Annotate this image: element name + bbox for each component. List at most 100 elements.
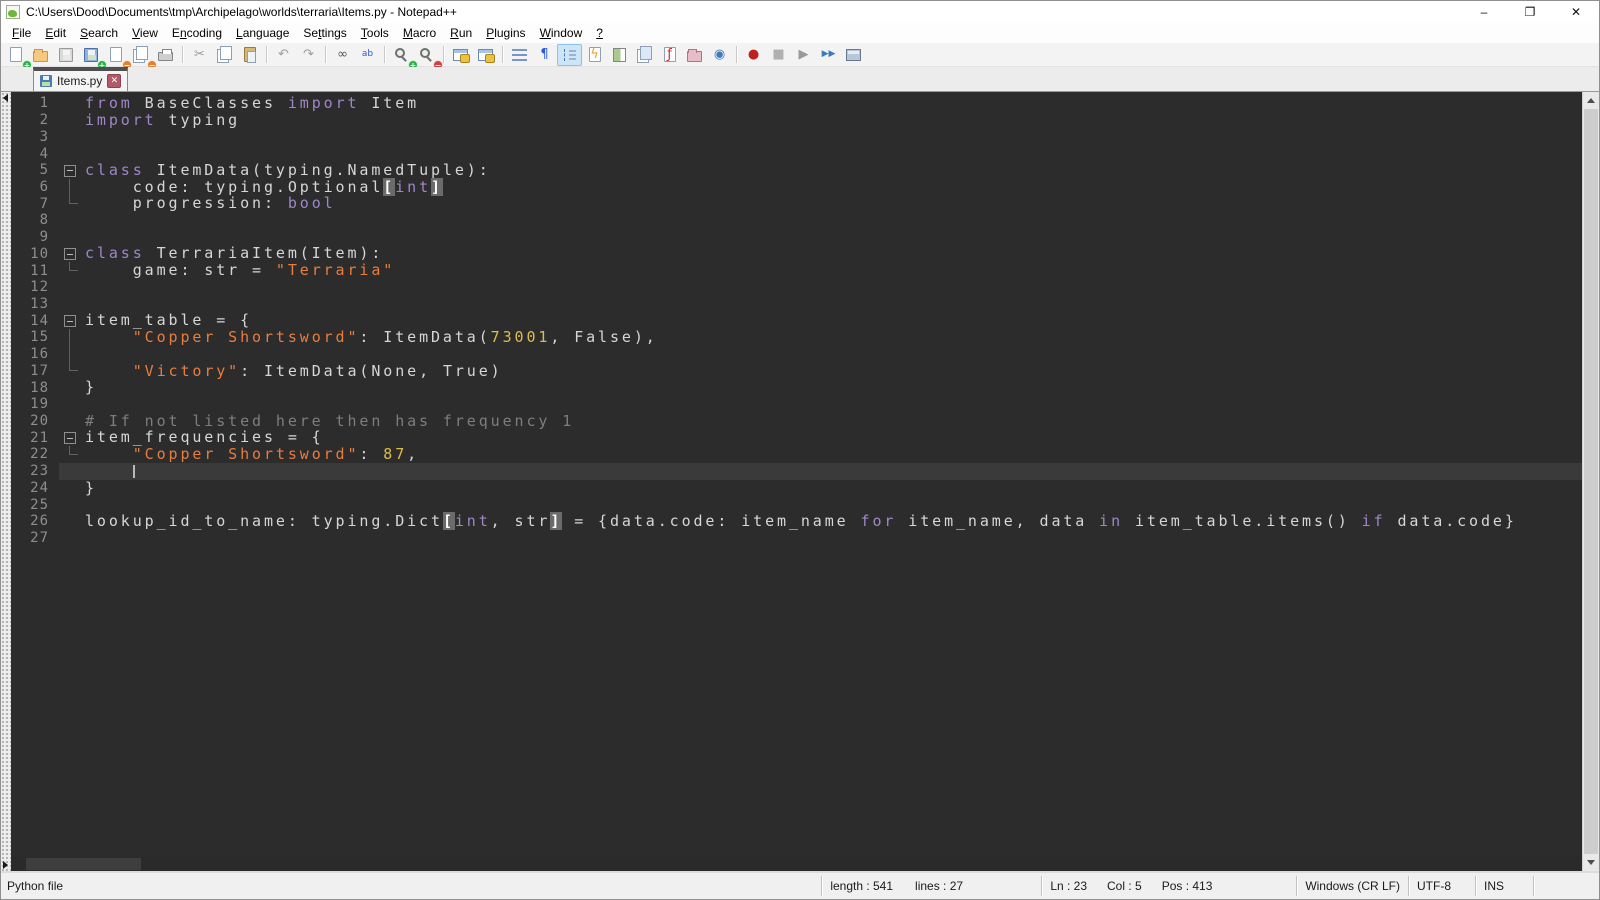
- new-file-icon[interactable]: +: [3, 44, 28, 66]
- vertical-scrollbar[interactable]: [1582, 92, 1599, 871]
- close-window-button[interactable]: ✕: [1553, 1, 1599, 23]
- print-icon[interactable]: [153, 44, 178, 66]
- code-line-23[interactable]: 23: [11, 463, 1582, 480]
- minimize-button[interactable]: –: [1461, 1, 1507, 23]
- code-line-10[interactable]: 10class TerrariaItem(Item):: [11, 245, 1582, 262]
- menu-item-plugins[interactable]: Plugins: [479, 24, 532, 42]
- menu-item-search[interactable]: Search: [73, 24, 125, 42]
- code-line-20[interactable]: 20# If not listed here then has frequenc…: [11, 413, 1582, 430]
- open-file-icon[interactable]: [28, 44, 53, 66]
- code-line-2[interactable]: 2import typing: [11, 112, 1582, 129]
- find-icon[interactable]: ∞: [330, 44, 355, 66]
- code-line-18[interactable]: 18}: [11, 379, 1582, 396]
- code-line-25[interactable]: 25: [11, 496, 1582, 513]
- code-line-21[interactable]: 21item_frequencies = {: [11, 429, 1582, 446]
- paste-icon[interactable]: [237, 44, 262, 66]
- tab-items-py[interactable]: Items.py ✕: [33, 67, 128, 91]
- code-line-1[interactable]: 1from BaseClasses import Item: [11, 95, 1582, 112]
- fold-collapse-icon[interactable]: [55, 312, 85, 329]
- status-length-lines[interactable]: length : 541 lines : 27: [821, 876, 1041, 896]
- copy-icon[interactable]: [212, 44, 237, 66]
- code-line-22[interactable]: 22 "Copper Shortsword": 87,: [11, 446, 1582, 463]
- macro-stop-icon[interactable]: ■: [766, 44, 791, 66]
- macro-play-icon[interactable]: ▶: [791, 44, 816, 66]
- code-line-13[interactable]: 13: [11, 296, 1582, 313]
- code-line-19[interactable]: 19: [11, 396, 1582, 413]
- dock-expand-right-icon[interactable]: [3, 861, 8, 869]
- save-icon[interactable]: [53, 44, 78, 66]
- menu-item-encoding[interactable]: Encoding: [165, 24, 229, 42]
- close-icon[interactable]: −: [103, 44, 128, 66]
- dock-splitter[interactable]: [1, 92, 11, 871]
- status-eol-format[interactable]: Windows (CR LF): [1296, 876, 1408, 896]
- menu-item-file[interactable]: File: [5, 24, 38, 42]
- menu-item-settings[interactable]: Settings: [296, 24, 353, 42]
- zoom-in-icon[interactable]: +: [389, 44, 414, 66]
- monitoring-icon[interactable]: ◉: [707, 44, 732, 66]
- fold-collapse-icon[interactable]: [55, 245, 85, 262]
- fold-collapse-icon[interactable]: [55, 429, 85, 446]
- code-line-16[interactable]: 16: [11, 346, 1582, 363]
- code-line-9[interactable]: 9: [11, 229, 1582, 246]
- macro-record-icon[interactable]: ●: [741, 44, 766, 66]
- show-all-characters-icon[interactable]: ¶: [532, 44, 557, 66]
- menu-item-macro[interactable]: Macro: [396, 24, 443, 42]
- replace-icon[interactable]: ab: [355, 44, 380, 66]
- show-indent-guide-icon[interactable]: [557, 44, 582, 66]
- menu-item-edit[interactable]: Edit: [38, 24, 73, 42]
- code-line-3[interactable]: 3: [11, 128, 1582, 145]
- code-line-5[interactable]: 5class ItemData(typing.NamedTuple):: [11, 162, 1582, 179]
- word-wrap-icon[interactable]: [507, 44, 532, 66]
- code-line-24[interactable]: 24}: [11, 480, 1582, 497]
- code-line-17[interactable]: 17 "Victory": ItemData(None, True): [11, 363, 1582, 380]
- fold-collapse-icon[interactable]: [55, 162, 85, 179]
- vertical-scrollbar-thumb[interactable]: [1584, 109, 1598, 854]
- macro-run-multiple-icon[interactable]: ▶▶: [816, 44, 841, 66]
- status-encoding[interactable]: UTF-8: [1408, 876, 1475, 896]
- function-completion-icon[interactable]: ϟ: [582, 44, 607, 66]
- code-line-6[interactable]: 6 code: typing.Optional[int]: [11, 179, 1582, 196]
- menu-item-language[interactable]: Language: [229, 24, 296, 42]
- horizontal-scrollbar[interactable]: [11, 857, 1582, 871]
- document-list-icon[interactable]: [632, 44, 657, 66]
- code-editor[interactable]: 1from BaseClasses import Item2import typ…: [11, 92, 1582, 857]
- code-line-7[interactable]: 7 progression: bool: [11, 195, 1582, 212]
- sync-vertical-scroll-icon[interactable]: [448, 44, 473, 66]
- status-insert-mode[interactable]: INS: [1475, 876, 1533, 896]
- undo-icon[interactable]: ↶: [271, 44, 296, 66]
- redo-icon[interactable]: ↷: [296, 44, 321, 66]
- macro-save-icon[interactable]: [841, 44, 866, 66]
- sync-horizontal-scroll-icon[interactable]: [473, 44, 498, 66]
- code-line-14[interactable]: 14item_table = {: [11, 312, 1582, 329]
- code-line-12[interactable]: 12: [11, 279, 1582, 296]
- folder-as-workspace-icon[interactable]: [682, 44, 707, 66]
- code-line-8[interactable]: 8: [11, 212, 1582, 229]
- horizontal-scrollbar-thumb[interactable]: [26, 858, 141, 870]
- scroll-down-icon[interactable]: [1583, 854, 1599, 871]
- maximize-button[interactable]: ❐: [1507, 1, 1553, 23]
- scroll-up-icon[interactable]: [1583, 92, 1599, 109]
- zoom-out-icon[interactable]: −: [414, 44, 439, 66]
- menu-item-window[interactable]: Window: [533, 24, 590, 42]
- menu-item-view[interactable]: View: [125, 24, 165, 42]
- menu-item-run[interactable]: Run: [443, 24, 479, 42]
- document-map-icon[interactable]: [607, 44, 632, 66]
- status-doc-type[interactable]: Python file: [1, 876, 821, 896]
- vertical-scrollbar-track[interactable]: [1583, 109, 1599, 854]
- code-line-11[interactable]: 11 game: str = "Terraria": [11, 262, 1582, 279]
- save-all-icon[interactable]: +: [78, 44, 103, 66]
- function-list-icon[interactable]: ƒ: [657, 44, 682, 66]
- line-number: 14: [11, 313, 55, 329]
- title-bar: C:\Users\Dood\Documents\tmp\Archipelago\…: [1, 1, 1599, 23]
- menu-item-tools[interactable]: Tools: [354, 24, 396, 42]
- status-cursor-position[interactable]: Ln : 23 Col : 5 Pos : 413: [1041, 876, 1296, 896]
- tab-close-icon[interactable]: ✕: [107, 74, 121, 88]
- cut-icon[interactable]: ✂: [187, 44, 212, 66]
- close-all-icon[interactable]: −: [128, 44, 153, 66]
- dock-collapse-left-icon[interactable]: [3, 94, 8, 102]
- code-line-4[interactable]: 4: [11, 145, 1582, 162]
- menu-item-[interactable]: ?: [589, 24, 610, 42]
- code-line-15[interactable]: 15 "Copper Shortsword": ItemData(73001, …: [11, 329, 1582, 346]
- code-line-26[interactable]: 26lookup_id_to_name: typing.Dict[int, st…: [11, 513, 1582, 530]
- code-line-27[interactable]: 27: [11, 530, 1582, 547]
